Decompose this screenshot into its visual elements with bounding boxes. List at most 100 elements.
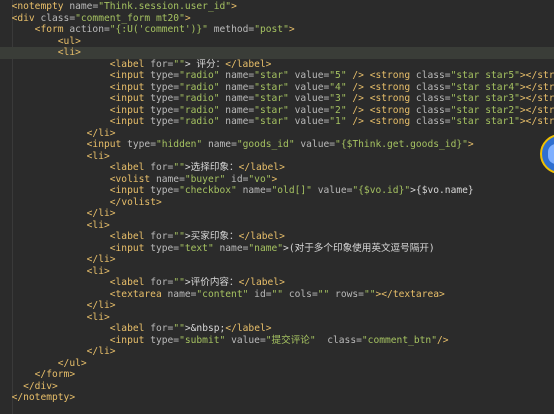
code-line[interactable]: <input type="submit" value="提交评论" class=…	[0, 335, 554, 347]
code-line[interactable]: </ul>	[0, 358, 554, 370]
code-token: div	[34, 380, 52, 392]
code-token: </	[23, 380, 35, 392]
code-line[interactable]: </form>	[0, 369, 554, 381]
code-token: "提交评论"	[265, 334, 316, 346]
code-token: > 评分：	[184, 58, 226, 70]
code-line[interactable]: <input type="text" name="name">(对于多个印象使用…	[0, 243, 554, 255]
code-line[interactable]: <textarea name="content" id="" cols="" r…	[0, 289, 554, 301]
code-line[interactable]: </li>	[0, 254, 554, 266]
code-line[interactable]: <li>	[0, 47, 554, 59]
code-token: ></	[519, 93, 538, 104]
code-token: "buyer"	[184, 173, 226, 185]
code-line[interactable]: <label for="">选择印象：</label>	[0, 162, 554, 174]
code-token: name=	[219, 116, 255, 127]
code-line[interactable]: <volist name="buyer" id="vo">	[0, 174, 554, 186]
code-token: >	[265, 58, 272, 70]
code-token: name=	[219, 104, 255, 116]
code-line[interactable]: <li>	[0, 266, 554, 278]
code-line[interactable]: <li>	[0, 151, 554, 163]
code-token: </	[86, 127, 99, 139]
code-token: >评价内容：	[184, 277, 239, 288]
code-token: type=	[144, 242, 180, 254]
code-line[interactable]: <input type="radio" name="star" value="4…	[0, 82, 554, 94]
code-token: label	[115, 231, 145, 242]
code-token: >	[52, 380, 58, 392]
code-token: "content"	[196, 288, 249, 300]
code-token: li	[92, 150, 104, 162]
code-line[interactable]: <input type="hidden" name="goods_id" val…	[0, 139, 554, 151]
code-token: "checkbox"	[179, 185, 237, 196]
code-token: ""	[173, 231, 185, 242]
code-line[interactable]: </notempty>	[0, 392, 554, 404]
code-token: for=	[144, 162, 174, 173]
code-token: "vo"	[248, 173, 272, 185]
code-token: >	[467, 139, 474, 150]
code-token: div	[17, 12, 35, 24]
code-line[interactable]: <label for="">评价内容：</label>	[0, 277, 554, 289]
code-token: label	[115, 277, 145, 288]
code-token: li	[92, 265, 104, 277]
code-token: >	[69, 369, 76, 380]
code-token: "radio"	[179, 116, 220, 127]
code-line[interactable]: <div class="comment_form mt20">	[0, 13, 554, 25]
code-line[interactable]: <label for="">&nbsp;</label>	[0, 323, 554, 335]
code-token: </	[86, 254, 99, 265]
code-token: strong	[375, 116, 411, 127]
code-token: ""	[317, 288, 330, 300]
code-token: class=	[410, 116, 451, 127]
code-line[interactable]: <input type="radio" name="star" value="3…	[0, 93, 554, 105]
code-line[interactable]: <input type="radio" name="star" value="1…	[0, 116, 554, 128]
code-editor[interactable]: <notempty name="Think.session.user_id"> …	[0, 0, 554, 414]
code-token: ""	[173, 277, 185, 288]
code-token: </	[225, 323, 237, 334]
code-line[interactable]: </li>	[0, 300, 554, 312]
code-token: "star star5"	[450, 70, 520, 81]
code-token: >	[69, 392, 76, 403]
code-line[interactable]: </li>	[0, 128, 554, 140]
code-token: "hidden"	[155, 139, 203, 150]
code-token: />	[346, 104, 370, 116]
code-token: name=	[202, 139, 237, 150]
code-token: value=	[311, 185, 353, 196]
code-token: notempty	[17, 1, 64, 12]
code-token: ul	[63, 35, 76, 47]
code-line[interactable]: <input type="radio" name="star" value="5…	[0, 70, 554, 82]
code-line[interactable]: <form action="{:U('comment')}" method="p…	[0, 24, 554, 36]
code-token: >	[75, 47, 81, 58]
code-line[interactable]: <li>	[0, 312, 554, 324]
code-line[interactable]: <label for=""> 评分：</label>	[0, 59, 554, 71]
code-line[interactable]: <label for="">买家印象：</label>	[0, 231, 554, 243]
code-token: name=	[63, 1, 99, 12]
code-line[interactable]: <input type="radio" name="star" value="2…	[0, 105, 554, 117]
code-token: li	[92, 219, 104, 231]
code-line[interactable]: <ul>	[0, 36, 554, 48]
code-token: form	[40, 24, 64, 35]
code-token: >(对于多个印象使用英文逗号隔开)	[283, 242, 435, 254]
code-token: >	[109, 346, 116, 357]
code-line[interactable]: <notempty name="Think.session.user_id">	[0, 1, 554, 13]
code-line[interactable]: <input type="checkbox" name="old[]" valu…	[0, 185, 554, 197]
code-token: ""	[271, 288, 284, 300]
code-line[interactable]: <li>	[0, 220, 554, 232]
code-line[interactable]: </li>	[0, 208, 554, 220]
code-token: value=	[288, 93, 330, 104]
code-line[interactable]: </li>	[0, 346, 554, 358]
code-line[interactable]: </div>	[0, 381, 554, 393]
code-token: type=	[144, 185, 180, 196]
code-token: li	[98, 254, 110, 265]
code-token: >	[80, 357, 87, 369]
code-token: li	[63, 47, 76, 58]
code-line[interactable]: </volist>	[0, 197, 554, 209]
code-token: />	[346, 81, 370, 93]
